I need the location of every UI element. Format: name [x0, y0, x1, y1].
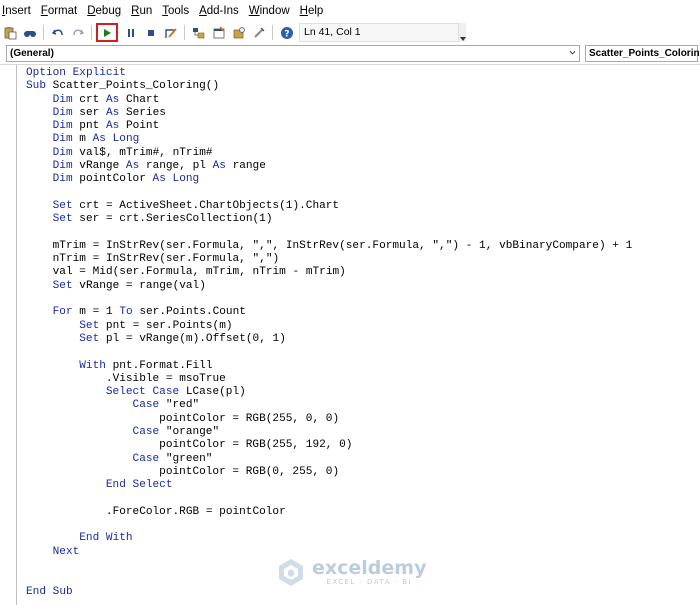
- menu-add-ins[interactable]: Add-Ins: [194, 0, 244, 22]
- code-line[interactable]: End With: [26, 532, 632, 545]
- watermark-name: exceldemy: [312, 557, 427, 579]
- code-line[interactable]: pointColor = RGB(255, 0, 0): [26, 413, 632, 426]
- code-line[interactable]: Set ser = crt.SeriesCollection(1): [26, 213, 632, 226]
- help-icon[interactable]: ?: [277, 23, 296, 42]
- code-line[interactable]: End Sub: [26, 586, 632, 599]
- object-browser-icon[interactable]: [229, 23, 248, 42]
- reset-icon[interactable]: [141, 23, 160, 42]
- code-line[interactable]: Dim pnt As Point: [26, 120, 632, 133]
- standard-toolbar: ? Ln 41, Col 1: [0, 22, 700, 43]
- paste-icon[interactable]: [0, 23, 19, 42]
- code-editor[interactable]: Option Explicit Sub Scatter_Points_Colori…: [0, 64, 700, 605]
- code-line[interactable]: Sub Scatter_Points_Coloring(): [26, 80, 632, 93]
- code-line[interactable]: Case "green": [26, 453, 632, 466]
- code-line[interactable]: Set pl = vRange(m).Offset(0, 1): [26, 333, 632, 346]
- menu-tools[interactable]: Tools: [157, 0, 194, 22]
- code-line[interactable]: [26, 493, 632, 506]
- code-line[interactable]: Dim m As Long: [26, 133, 632, 146]
- code-line[interactable]: Set crt = ActiveSheet.ChartObjects(1).Ch…: [26, 200, 632, 213]
- code-line[interactable]: For m = 1 To ser.Points.Count: [26, 306, 632, 319]
- code-line[interactable]: nTrim = InStrRev(ser.Formula, ","): [26, 253, 632, 266]
- code-line[interactable]: .ForeColor.RGB = pointColor: [26, 506, 632, 519]
- project-explorer-icon[interactable]: [189, 23, 208, 42]
- watermark-tagline: EXCEL · DATA · BI: [326, 578, 413, 586]
- menu-help[interactable]: Help: [295, 0, 329, 22]
- menu-bar: Insert Format Debug Run Tools Add-Ins Wi…: [0, 0, 700, 22]
- code-line[interactable]: End Select: [26, 479, 632, 492]
- code-line[interactable]: pointColor = RGB(0, 255, 0): [26, 466, 632, 479]
- menu-format[interactable]: Format: [36, 0, 82, 22]
- code-text[interactable]: Option Explicit Sub Scatter_Points_Colori…: [26, 67, 632, 599]
- code-line[interactable]: [26, 187, 632, 200]
- design-mode-icon[interactable]: [161, 23, 180, 42]
- toolbar-separator: [184, 25, 185, 40]
- run-button-highlight[interactable]: [96, 23, 118, 42]
- menu-run[interactable]: Run: [126, 0, 157, 22]
- undo-icon[interactable]: [48, 23, 67, 42]
- code-line[interactable]: pointColor = RGB(255, 192, 0): [26, 439, 632, 452]
- toolbar-separator: [91, 25, 92, 40]
- code-line[interactable]: Dim val$, mTrim#, nTrim#: [26, 147, 632, 160]
- code-line[interactable]: Case "red": [26, 399, 632, 412]
- toolbar-overflow-icon[interactable]: [459, 23, 466, 42]
- code-line[interactable]: Select Case LCase(pl): [26, 386, 632, 399]
- break-icon[interactable]: [121, 23, 140, 42]
- code-line[interactable]: [26, 227, 632, 240]
- chevron-down-icon: [569, 50, 576, 55]
- code-line[interactable]: Option Explicit: [26, 67, 632, 80]
- code-line[interactable]: [26, 346, 632, 359]
- code-line[interactable]: Case "orange": [26, 426, 632, 439]
- code-line[interactable]: Dim vRange As range, pl As range: [26, 160, 632, 173]
- watermark: exceldemy EXCEL · DATA · BI: [276, 557, 426, 587]
- menu-window[interactable]: Window: [244, 0, 295, 22]
- code-line[interactable]: .Visible = msoTrue: [26, 373, 632, 386]
- properties-icon[interactable]: [209, 23, 228, 42]
- code-line[interactable]: Set pnt = ser.Points(m): [26, 320, 632, 333]
- code-line[interactable]: val = Mid(ser.Formula, mTrim, nTrim - mT…: [26, 266, 632, 279]
- procedure-dropdown-value: Scatter_Points_Coloring: [589, 48, 700, 59]
- menu-debug[interactable]: Debug: [82, 0, 126, 22]
- code-line[interactable]: [26, 519, 632, 532]
- exceldemy-logo-icon: [279, 559, 303, 586]
- code-line[interactable]: With pnt.Format.Fill: [26, 360, 632, 373]
- object-dropdown-value: (General): [10, 48, 54, 59]
- code-line[interactable]: Set vRange = range(val): [26, 280, 632, 293]
- margin-indicator-bar[interactable]: [0, 65, 17, 605]
- toolbar-separator: [272, 25, 273, 40]
- toolbar-separator: [43, 25, 44, 40]
- toolbox-icon[interactable]: [249, 23, 268, 42]
- redo-icon[interactable]: [68, 23, 87, 42]
- cursor-position-status: Ln 41, Col 1: [299, 23, 459, 42]
- menu-insert[interactable]: Insert: [0, 0, 36, 22]
- code-line[interactable]: Dim pointColor As Long: [26, 173, 632, 186]
- object-dropdown[interactable]: (General): [6, 45, 580, 62]
- procedure-dropdown[interactable]: Scatter_Points_Coloring: [585, 45, 700, 62]
- code-line[interactable]: mTrim = InStrRev(ser.Formula, ",", InStr…: [26, 240, 633, 253]
- code-line[interactable]: Dim ser As Series: [26, 107, 632, 120]
- code-line[interactable]: Dim crt As Chart: [26, 94, 632, 107]
- code-window-header: (General) Scatter_Points_Coloring: [0, 44, 700, 64]
- run-icon[interactable]: [102, 28, 112, 38]
- find-icon[interactable]: [20, 23, 39, 42]
- code-line[interactable]: [26, 293, 632, 306]
- svg-text:?: ?: [284, 29, 289, 39]
